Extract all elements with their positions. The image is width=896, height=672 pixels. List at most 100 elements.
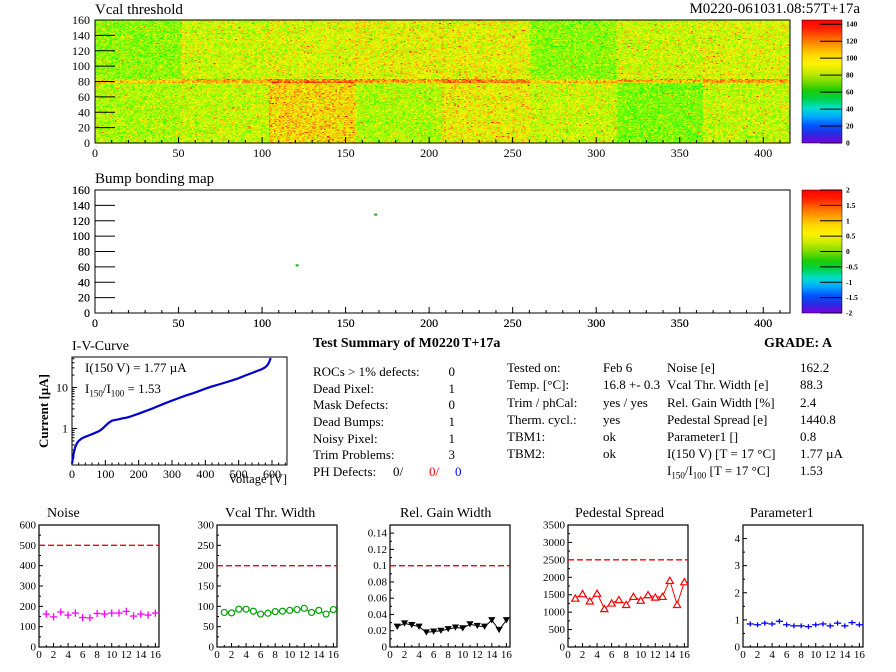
svg-text:0: 0	[846, 247, 850, 256]
svg-text:160: 160	[72, 13, 90, 27]
summary-row: TBM1: ok	[507, 429, 616, 444]
summary-row: Dead Pixel: 1	[313, 381, 455, 396]
summary-row: I(150 V) [T = 17 °C] 1.77 µA	[667, 446, 843, 461]
svg-text:100: 100	[72, 59, 90, 73]
svg-text:4: 4	[594, 649, 600, 661]
svg-text:120: 120	[846, 37, 858, 46]
svg-text:0: 0	[740, 649, 746, 661]
vcal-map-axes: 0 50 100 150 200 250 300 350 4000204060801001201…	[72, 13, 791, 160]
vcal-colorbar: 0 20 40 60 80 100 120 140	[801, 20, 858, 148]
svg-text:150: 150	[198, 581, 215, 593]
vcal-width-plot-title: Vcal Thr. Width	[225, 506, 316, 521]
svg-text:40: 40	[78, 105, 90, 119]
svg-text:50: 50	[173, 146, 185, 160]
summary-row: Trim / phCal: yes / yes	[507, 395, 648, 410]
svg-text:2: 2	[755, 649, 761, 661]
svg-text:100: 100	[253, 316, 271, 330]
summary-row: Temp. [°C]: 16.8 +- 0.3	[507, 377, 661, 392]
svg-text:400: 400	[196, 467, 214, 481]
svg-text:-1.5: -1.5	[846, 293, 858, 302]
svg-text:4: 4	[769, 649, 775, 661]
svg-text:0.1: 0.1	[373, 560, 387, 572]
svg-text:6: 6	[80, 649, 86, 661]
svg-text:0.02: 0.02	[368, 625, 387, 637]
svg-text:12: 12	[825, 649, 836, 661]
svg-text:0.12: 0.12	[368, 544, 387, 556]
svg-text:80: 80	[78, 75, 90, 89]
svg-text:400: 400	[20, 560, 37, 572]
svg-text:120: 120	[72, 214, 90, 228]
pedestal-plot-title: Pedestal Spread	[575, 506, 665, 521]
svg-text:0: 0	[387, 649, 393, 661]
rel_gain_width_per_roc-plot: 00.020.040.060.080.10.120.140 2 4 6 8 10 12 14 1…	[368, 524, 513, 661]
svg-text:0.14: 0.14	[368, 528, 388, 540]
svg-text:300: 300	[20, 581, 37, 593]
svg-text:16: 16	[150, 649, 162, 661]
summary-row: TBM2: ok	[507, 446, 616, 461]
svg-text:20: 20	[78, 291, 90, 305]
svg-text:20: 20	[846, 122, 854, 131]
svg-text:200: 200	[198, 560, 215, 572]
summary-row: Therm. cycl.: yes	[507, 412, 621, 427]
svg-text:3000: 3000	[543, 537, 566, 549]
svg-text:50: 50	[173, 316, 185, 330]
svg-text:1.5: 1.5	[846, 201, 856, 210]
svg-text:2: 2	[51, 649, 57, 661]
svg-text:12: 12	[299, 649, 310, 661]
svg-text:2000: 2000	[543, 572, 566, 584]
bump-map-background	[96, 191, 789, 312]
svg-text:0: 0	[92, 316, 98, 330]
svg-text:0.06: 0.06	[368, 593, 388, 605]
svg-text:10: 10	[635, 649, 647, 661]
svg-text:16: 16	[501, 649, 513, 661]
svg-text:2: 2	[402, 649, 408, 661]
iv-y-axis-label: Current [µA]	[36, 373, 51, 449]
svg-text:3500: 3500	[543, 520, 566, 532]
svg-text:350: 350	[671, 316, 689, 330]
svg-text:120: 120	[72, 44, 90, 58]
svg-text:8: 8	[94, 649, 100, 661]
svg-text:60: 60	[78, 260, 90, 274]
svg-text:1: 1	[846, 216, 850, 225]
svg-text:60: 60	[846, 88, 854, 97]
svg-text:140: 140	[846, 20, 858, 29]
svg-text:8: 8	[623, 649, 629, 661]
pedestal_spread_per_roc-series	[570, 576, 690, 613]
svg-text:100: 100	[253, 146, 271, 160]
bump-colorbar: 2 1.5 1 0.5 0 -0.5 -1 -1.5 -2	[801, 186, 858, 318]
module-test-report-page: 0 50 100 150 200 250 300 350 400 0 20 40 60 80 100 120 1…	[0, 0, 896, 672]
svg-text:0.04: 0.04	[368, 609, 388, 621]
parameter1_per_roc-plot: 012340 2 4 6 8 10 12 14 16	[735, 524, 866, 661]
svg-text:350: 350	[671, 146, 689, 160]
svg-text:0.5: 0.5	[846, 232, 856, 241]
bump-map-title: Bump bonding map	[95, 171, 215, 187]
svg-text:0: 0	[69, 467, 75, 481]
svg-text:250: 250	[504, 316, 522, 330]
svg-text:300: 300	[198, 520, 215, 532]
svg-text:16: 16	[328, 649, 340, 661]
svg-text:14: 14	[135, 649, 147, 661]
svg-text:100: 100	[96, 467, 114, 481]
iv-annotation-current: I(150 V) = 1.77 µA	[85, 360, 187, 375]
svg-text:100: 100	[20, 621, 37, 633]
svg-text:0: 0	[92, 146, 98, 160]
svg-text:100: 100	[198, 601, 215, 613]
svg-text:14: 14	[839, 649, 851, 661]
svg-text:6: 6	[431, 649, 437, 661]
svg-text:500: 500	[20, 540, 37, 552]
svg-text:100: 100	[846, 54, 858, 63]
svg-text:80: 80	[846, 71, 854, 80]
svg-text:8: 8	[798, 649, 804, 661]
svg-text:0: 0	[214, 649, 220, 661]
svg-text:40: 40	[846, 105, 854, 114]
svg-text:600: 600	[20, 520, 37, 532]
svg-text:16: 16	[854, 649, 866, 661]
svg-text:200: 200	[420, 316, 438, 330]
svg-text:14: 14	[313, 649, 325, 661]
svg-text:20: 20	[78, 121, 90, 135]
svg-text:4: 4	[243, 649, 249, 661]
summary-row: Noise [e] 162.2	[667, 360, 830, 375]
svg-text:160: 160	[72, 183, 90, 197]
svg-text:0.08: 0.08	[368, 576, 388, 588]
svg-text:6: 6	[784, 649, 790, 661]
